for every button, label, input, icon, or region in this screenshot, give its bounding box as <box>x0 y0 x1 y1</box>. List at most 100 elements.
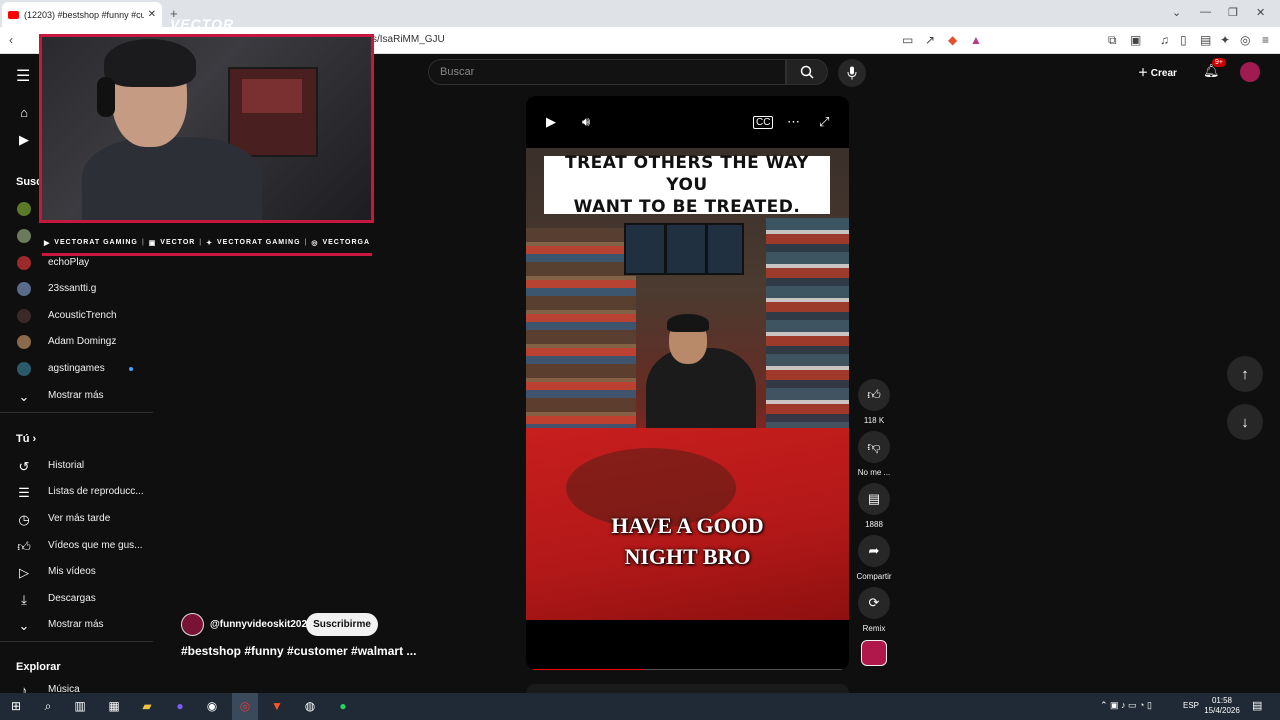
shorts-video-player[interactable]: ▶ 🔊︎ CC ⋯ ⤢ TREAT OTHERS THE WAY YOU WAN… <box>526 96 849 670</box>
sidebar-channel-acoustictrench[interactable]: AcousticTrench <box>48 310 117 321</box>
system-tray-icons[interactable]: ⌃ ▣ ♪ ▭ ◔ ▯ <box>1100 700 1152 711</box>
dislike-label: No me ... <box>857 468 891 477</box>
channel-avatar[interactable] <box>17 335 31 349</box>
hamburger-menu-icon[interactable]: ☰ <box>16 66 30 86</box>
channel-avatar[interactable] <box>17 256 31 270</box>
sidebar-item-watch-later[interactable]: Ver más tarde <box>48 513 110 524</box>
comment-count: 1888 <box>865 520 883 529</box>
brave-browser-icon[interactable]: ▼ <box>269 698 285 714</box>
search-button[interactable] <box>786 59 828 85</box>
chevron-down-icon[interactable]: ⌄ <box>16 389 32 405</box>
browser-tab[interactable]: (12203) #bestshop #funny #cus ✕ <box>2 2 162 27</box>
channel-avatar[interactable] <box>17 229 31 243</box>
cashier-hair <box>667 314 709 332</box>
sidebar-divider <box>0 412 153 413</box>
mic-icon <box>847 66 857 80</box>
tab-close-icon[interactable]: ✕ <box>148 9 156 20</box>
video-controls: ▶ 🔊︎ CC ⋯ ⤢ <box>526 96 849 148</box>
next-short-preview[interactable] <box>526 684 849 693</box>
spotify-icon[interactable]: ● <box>335 698 351 714</box>
show-more-you[interactable]: Mostrar más <box>48 619 104 630</box>
captions-icon[interactable]: CC <box>753 116 774 129</box>
channel-avatar[interactable] <box>17 309 31 323</box>
dislike-button[interactable]: 👎︎ <box>858 431 890 463</box>
sidebar-item-playlists[interactable]: Listas de reproducc... <box>48 486 144 497</box>
sidebar-item-downloads[interactable]: Descargas <box>48 593 96 604</box>
screenshot-icon[interactable]: ▭ <box>902 33 913 47</box>
account-avatar[interactable] <box>1240 62 1260 82</box>
task-view-icon[interactable]: ▥ <box>72 698 88 714</box>
steam-icon[interactable]: ◉ <box>204 698 220 714</box>
leo-ai-icon[interactable]: ✦ <box>1220 33 1230 47</box>
taskbar-clock[interactable]: 01:58 15/4/2026 <box>1203 696 1241 716</box>
previous-short-button[interactable]: ↑ <box>1227 356 1263 392</box>
social-twitch: VECTOR <box>160 239 196 246</box>
app-icon[interactable]: ▦ <box>106 698 122 714</box>
sidebar-channel-23ssantti[interactable]: 23ssantti.g <box>48 283 96 294</box>
url-text[interactable]: s/IsaRiMM_GJU <box>372 34 445 45</box>
channel-handle[interactable]: @funnyvideoskit2025 <box>210 619 313 630</box>
reading-list-icon[interactable]: ▤ <box>1200 33 1211 47</box>
discord-icon[interactable]: ● <box>172 698 188 714</box>
minimize-icon[interactable]: — <box>1200 6 1211 18</box>
sidebar-item-historial[interactable]: Historial <box>48 460 84 471</box>
play-icon[interactable]: ▶ <box>546 114 556 130</box>
you-heading[interactable]: Tú › <box>16 433 36 445</box>
sidebar-channel-adam-domingz[interactable]: Adam Domingz <box>48 336 116 347</box>
share-page-icon[interactable]: ↗ <box>925 33 935 47</box>
comments-button[interactable]: ▤ <box>858 483 890 515</box>
volume-icon[interactable]: 🔊︎ <box>582 114 590 130</box>
liked-videos-icon: 👍︎ <box>17 539 31 554</box>
back-icon[interactable]: ‹ <box>9 33 13 47</box>
sidebar-toggle-icon[interactable]: ▯ <box>1180 33 1187 47</box>
brave-shields-icon[interactable]: ◆ <box>948 33 957 47</box>
remix-button[interactable]: ⟳ <box>858 587 890 619</box>
vpn-icon[interactable]: ◎ <box>1240 33 1250 47</box>
more-options-icon[interactable]: ⋯ <box>787 114 800 130</box>
maximize-icon[interactable]: ❐ <box>1228 6 1238 19</box>
search-input[interactable]: Buscar <box>428 59 786 85</box>
file-explorer-icon[interactable]: ▰ <box>139 698 155 714</box>
subscribe-button[interactable]: Suscribirme <box>306 613 378 636</box>
show-more-subscriptions[interactable]: Mostrar más <box>48 390 104 401</box>
extensions-icon[interactable]: ⧉ <box>1108 33 1117 48</box>
share-button[interactable]: ➦ <box>858 535 890 567</box>
voice-search-button[interactable] <box>838 59 866 87</box>
media-icon[interactable]: ♫ <box>1160 33 1169 47</box>
sidebar-channel-echoplay[interactable]: echoPlay <box>48 257 89 268</box>
sound-thumbnail[interactable] <box>861 640 887 666</box>
shorts-icon[interactable]: ▶ <box>16 132 32 148</box>
video-title[interactable]: #bestshop #funny #customer #walmart ... <box>181 644 441 658</box>
browser-menu-icon[interactable]: ≡ <box>1262 33 1269 47</box>
notifications-icon[interactable]: ▤ <box>1252 699 1262 712</box>
chevron-down-icon[interactable]: ⌄ <box>16 618 32 634</box>
channel-avatar[interactable] <box>17 362 31 376</box>
channel-avatar[interactable] <box>17 282 31 296</box>
sidebar-item-liked-videos[interactable]: Vídeos que me gus... <box>48 540 143 551</box>
social-twitter: VECTORAT GAMING <box>216 239 301 246</box>
app-icon[interactable]: ◍ <box>302 698 318 714</box>
create-button[interactable]: ＋ Crear <box>1138 64 1177 79</box>
obs-icon[interactable]: ◎ <box>237 698 253 714</box>
close-window-icon[interactable]: ✕ <box>1256 6 1265 19</box>
next-short-button[interactable]: ↓ <box>1227 404 1263 440</box>
video-progress-bar[interactable] <box>531 669 844 670</box>
wallet-icon[interactable]: ▣ <box>1130 33 1141 47</box>
tab-search-icon[interactable]: ⌄ <box>1172 6 1181 19</box>
like-button[interactable]: 👍︎ <box>858 379 890 411</box>
home-icon[interactable]: ⌂ <box>16 105 32 120</box>
channel-avatar[interactable] <box>181 613 204 636</box>
history-icon: ↺ <box>18 459 30 474</box>
chevron-right-icon: › <box>32 433 37 445</box>
fullscreen-icon[interactable]: ⤢ <box>819 114 829 130</box>
windows-start-icon[interactable]: ⊞ <box>8 698 24 714</box>
video-bottom-caption: HAVE A GOOD NIGHT BRO <box>611 513 764 569</box>
brave-rewards-icon[interactable]: ▲ <box>970 33 982 47</box>
sidebar-channel-agstingames[interactable]: agstingames <box>48 363 105 374</box>
language-indicator[interactable]: ESP <box>1183 701 1199 710</box>
sidebar-item-my-videos[interactable]: Mis vídeos <box>48 566 96 577</box>
security-monitors <box>624 223 744 275</box>
search-icon[interactable]: ⌕ <box>40 698 56 714</box>
channel-avatar[interactable] <box>17 202 31 216</box>
instagram-icon: ◎ <box>311 239 319 247</box>
